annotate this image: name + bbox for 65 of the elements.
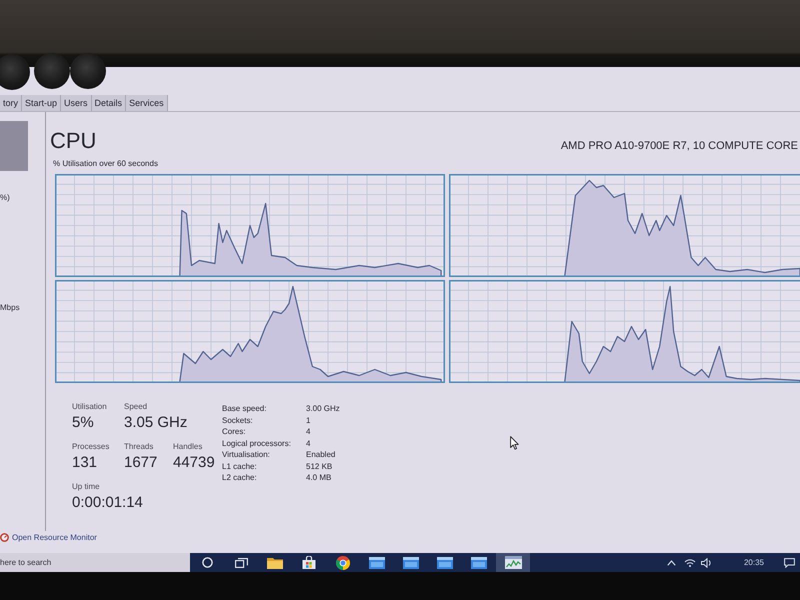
stat-label: Threads bbox=[124, 442, 154, 452]
detail-label: L2 cache: bbox=[222, 472, 257, 484]
sidebar-item[interactable]: %) bbox=[0, 193, 10, 203]
stat-value: 3.05 GHz bbox=[124, 414, 188, 432]
stat-label: Processes bbox=[72, 442, 110, 452]
processor-name: AMD PRO A10-9700E R7, 10 COMPUTE CORE bbox=[560, 138, 798, 152]
detail-value: 512 KB bbox=[306, 460, 332, 472]
shopping-bag-icon bbox=[302, 556, 316, 569]
detail-value: 4 bbox=[306, 426, 310, 438]
tab[interactable]: tory bbox=[0, 95, 22, 111]
detail-value: 3.00 GHz bbox=[306, 403, 340, 414]
detail-label: Cores: bbox=[222, 426, 246, 438]
taskbar-button[interactable] bbox=[496, 553, 530, 572]
detail-value: 4 bbox=[306, 438, 310, 449]
detail-label: Base speed: bbox=[222, 403, 266, 414]
open-resource-monitor-link[interactable]: Open Resource Monitor bbox=[0, 532, 97, 543]
wifi-icon[interactable] bbox=[684, 558, 696, 567]
task-view-icon bbox=[234, 558, 248, 568]
stat-label: Up time bbox=[72, 482, 100, 492]
panel-title: CPU bbox=[50, 128, 96, 154]
stat-value: 44739 bbox=[173, 454, 215, 472]
taskbar-button[interactable] bbox=[437, 556, 453, 568]
app-window-icon bbox=[369, 556, 385, 568]
stat-label: Speed bbox=[124, 402, 148, 412]
stat-label: Handles bbox=[173, 442, 202, 452]
app-window-icon bbox=[437, 556, 453, 568]
stat-value: 0:00:01:14 bbox=[72, 494, 143, 512]
tab[interactable]: Details bbox=[92, 95, 126, 111]
taskbar-button[interactable] bbox=[234, 558, 248, 568]
stat-label: Utilisation bbox=[72, 402, 107, 412]
sidebar-item[interactable]: Mbps bbox=[0, 303, 20, 313]
stat-value: 1677 bbox=[124, 454, 158, 472]
stat-value: 131 bbox=[72, 454, 98, 472]
detail-label: L1 cache: bbox=[222, 460, 257, 472]
chart-window-icon bbox=[504, 556, 522, 569]
detail-value: Enabled bbox=[306, 449, 336, 460]
taskbar-button[interactable] bbox=[202, 557, 212, 568]
mouse-cursor-icon bbox=[510, 436, 519, 450]
tab[interactable]: Start-up bbox=[22, 95, 62, 111]
taskbar-clock[interactable]: 20:35 bbox=[744, 558, 764, 568]
speaker-icon[interactable] bbox=[700, 558, 712, 568]
browser-icon bbox=[336, 556, 350, 570]
detail-label: Logical processors: bbox=[222, 438, 291, 449]
caret-up-icon[interactable] bbox=[666, 560, 676, 566]
gauge-icon bbox=[0, 533, 9, 542]
taskbar-button[interactable] bbox=[471, 556, 487, 568]
stat-value: 5% bbox=[72, 414, 94, 432]
detail-label: Sockets: bbox=[222, 414, 253, 426]
detail-value: 4.0 MB bbox=[306, 472, 332, 484]
detail-label: Virtualisation: bbox=[222, 449, 270, 460]
taskbar-button[interactable] bbox=[369, 556, 385, 568]
folder-icon bbox=[267, 556, 283, 568]
ring-icon bbox=[202, 557, 212, 568]
taskbar-button[interactable] bbox=[302, 556, 316, 569]
app-window-icon bbox=[471, 556, 487, 568]
search-field[interactable]: here to search bbox=[0, 553, 190, 572]
tab[interactable]: Users bbox=[61, 95, 92, 111]
tab[interactable]: Services bbox=[126, 95, 168, 111]
taskbar-button[interactable] bbox=[403, 556, 419, 568]
taskbar-button[interactable] bbox=[336, 556, 350, 570]
taskbar-button[interactable] bbox=[267, 556, 283, 568]
notification-icon[interactable] bbox=[784, 558, 795, 568]
detail-value: 1 bbox=[306, 414, 310, 426]
app-window-icon bbox=[403, 556, 419, 568]
graph-caption: % Utilisation over 60 seconds bbox=[53, 159, 159, 169]
